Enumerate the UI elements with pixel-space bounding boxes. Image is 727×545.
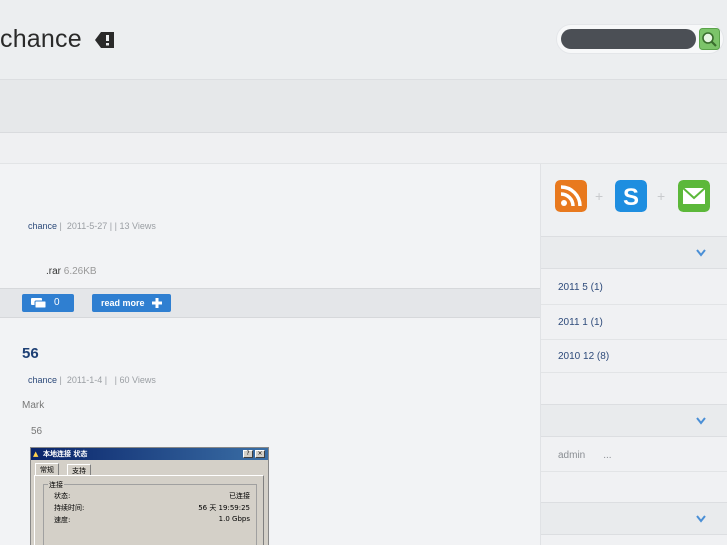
mail-icon[interactable] (678, 180, 710, 212)
post-views: | 60 Views (114, 375, 156, 385)
chevron-down-icon (696, 417, 706, 425)
nav-bar (0, 80, 727, 133)
attachment-size: 6.26KB (63, 266, 97, 277)
post-screenshot-image: ▲ 本地连接 状态 ? × 常规 支持 连接 状态: 已连接 持续时间: 56 … (30, 447, 269, 545)
info-row: 速度: 1.0 Gbps (54, 515, 250, 525)
plus-separator: + (657, 188, 666, 204)
network-icon: ▲ (33, 450, 39, 458)
post-item: 56 chance | 2011-1-4 | | 60 Views Mark 5… (0, 319, 540, 545)
help-icon: ? (243, 450, 253, 458)
post-date: 2011-5-27 (66, 221, 108, 231)
divider (541, 471, 727, 472)
post-excerpt: Mark (22, 400, 45, 411)
window-titlebar: ▲ 本地连接 状态 ? × (31, 448, 268, 460)
divider (541, 304, 727, 305)
row-label: 状态: (54, 492, 71, 500)
row-value: 已连接 (229, 492, 250, 500)
attachment-ext: .rar (46, 266, 61, 277)
sidebar: + S + 2011 5 (1) 2011 1 (1) 2010 12 (8) … (540, 164, 727, 545)
window-panel: 连接 状态: 已连接 持续时间: 56 天 19:59:25 速度: 1.0 G… (34, 475, 264, 545)
recent-comment-item[interactable]: admin... (558, 450, 612, 461)
widget-header[interactable] (541, 502, 727, 535)
comments-count: 0 (54, 297, 60, 308)
site-header: chance (0, 0, 727, 80)
search-input[interactable] (561, 29, 696, 49)
comment-icon (31, 298, 47, 308)
comments-button[interactable]: 0 (22, 294, 74, 312)
archive-item[interactable]: 2011 1 (1) (558, 317, 603, 328)
speech-bubble-icon (95, 32, 114, 48)
row-label: 速度: (54, 516, 71, 524)
post-author-link[interactable]: chance (28, 221, 57, 231)
chevron-down-icon (696, 249, 706, 257)
divider (541, 339, 727, 340)
read-more-button[interactable]: read more (92, 294, 171, 312)
svg-text:S: S (623, 184, 639, 211)
info-row: 状态: 已连接 (54, 491, 250, 501)
meta-separator: | (59, 375, 62, 385)
site-title[interactable]: chance (0, 25, 82, 54)
post-views: | | 13 Views (109, 221, 156, 231)
row-label: 持续时间: (54, 504, 85, 512)
meta-separator: | (59, 221, 62, 231)
post-meta: chance | 2011-5-27 | | 13 Views (28, 221, 156, 231)
skype-icon[interactable]: S (615, 180, 647, 212)
post-item: chance | 2011-5-27 | | 13 Views .rar 6.2… (0, 164, 540, 288)
row-value: 56 天 19:59:25 (198, 504, 250, 512)
group-label: 连接 (48, 480, 64, 490)
read-more-label: read more (101, 298, 145, 308)
post-title[interactable]: 56 (22, 345, 39, 362)
search-box (556, 24, 724, 54)
close-icon: × (255, 450, 265, 458)
archive-item[interactable]: 2011 5 (1) (558, 282, 603, 293)
row-value: 1.0 Gbps (218, 515, 250, 523)
attachment-link[interactable]: .rar 6.26KB (46, 266, 97, 277)
window-tab: 常规 (35, 463, 59, 475)
post-actions-bar: 0 read more (0, 288, 540, 318)
search-icon[interactable] (699, 28, 720, 50)
nav-divider-band (0, 133, 727, 164)
social-links: + S + (541, 164, 727, 236)
window-group: 连接 状态: 已连接 持续时间: 56 天 19:59:25 速度: 1.0 G… (43, 480, 257, 545)
post-meta: chance | 2011-1-4 | | 60 Views (28, 375, 156, 385)
recent-author: admin (558, 450, 586, 461)
plus-separator: + (595, 188, 604, 204)
post-subtext: 56 (31, 426, 43, 437)
info-row: 持续时间: 56 天 19:59:25 (54, 503, 250, 513)
plus-icon (152, 298, 162, 308)
chevron-down-icon (696, 515, 706, 523)
window-title: 本地连接 状态 (43, 450, 88, 458)
post-list: chance | 2011-5-27 | | 13 Views .rar 6.2… (0, 164, 540, 545)
recent-widget-header[interactable] (541, 404, 727, 437)
archive-item[interactable]: 2010 12 (8) (558, 351, 609, 362)
archives-widget-header[interactable] (541, 236, 727, 269)
divider (541, 372, 727, 373)
recent-text: ... (603, 450, 612, 461)
post-date: 2011-1-4 | (66, 375, 108, 385)
post-author-link[interactable]: chance (28, 375, 57, 385)
rss-icon[interactable] (555, 180, 587, 212)
